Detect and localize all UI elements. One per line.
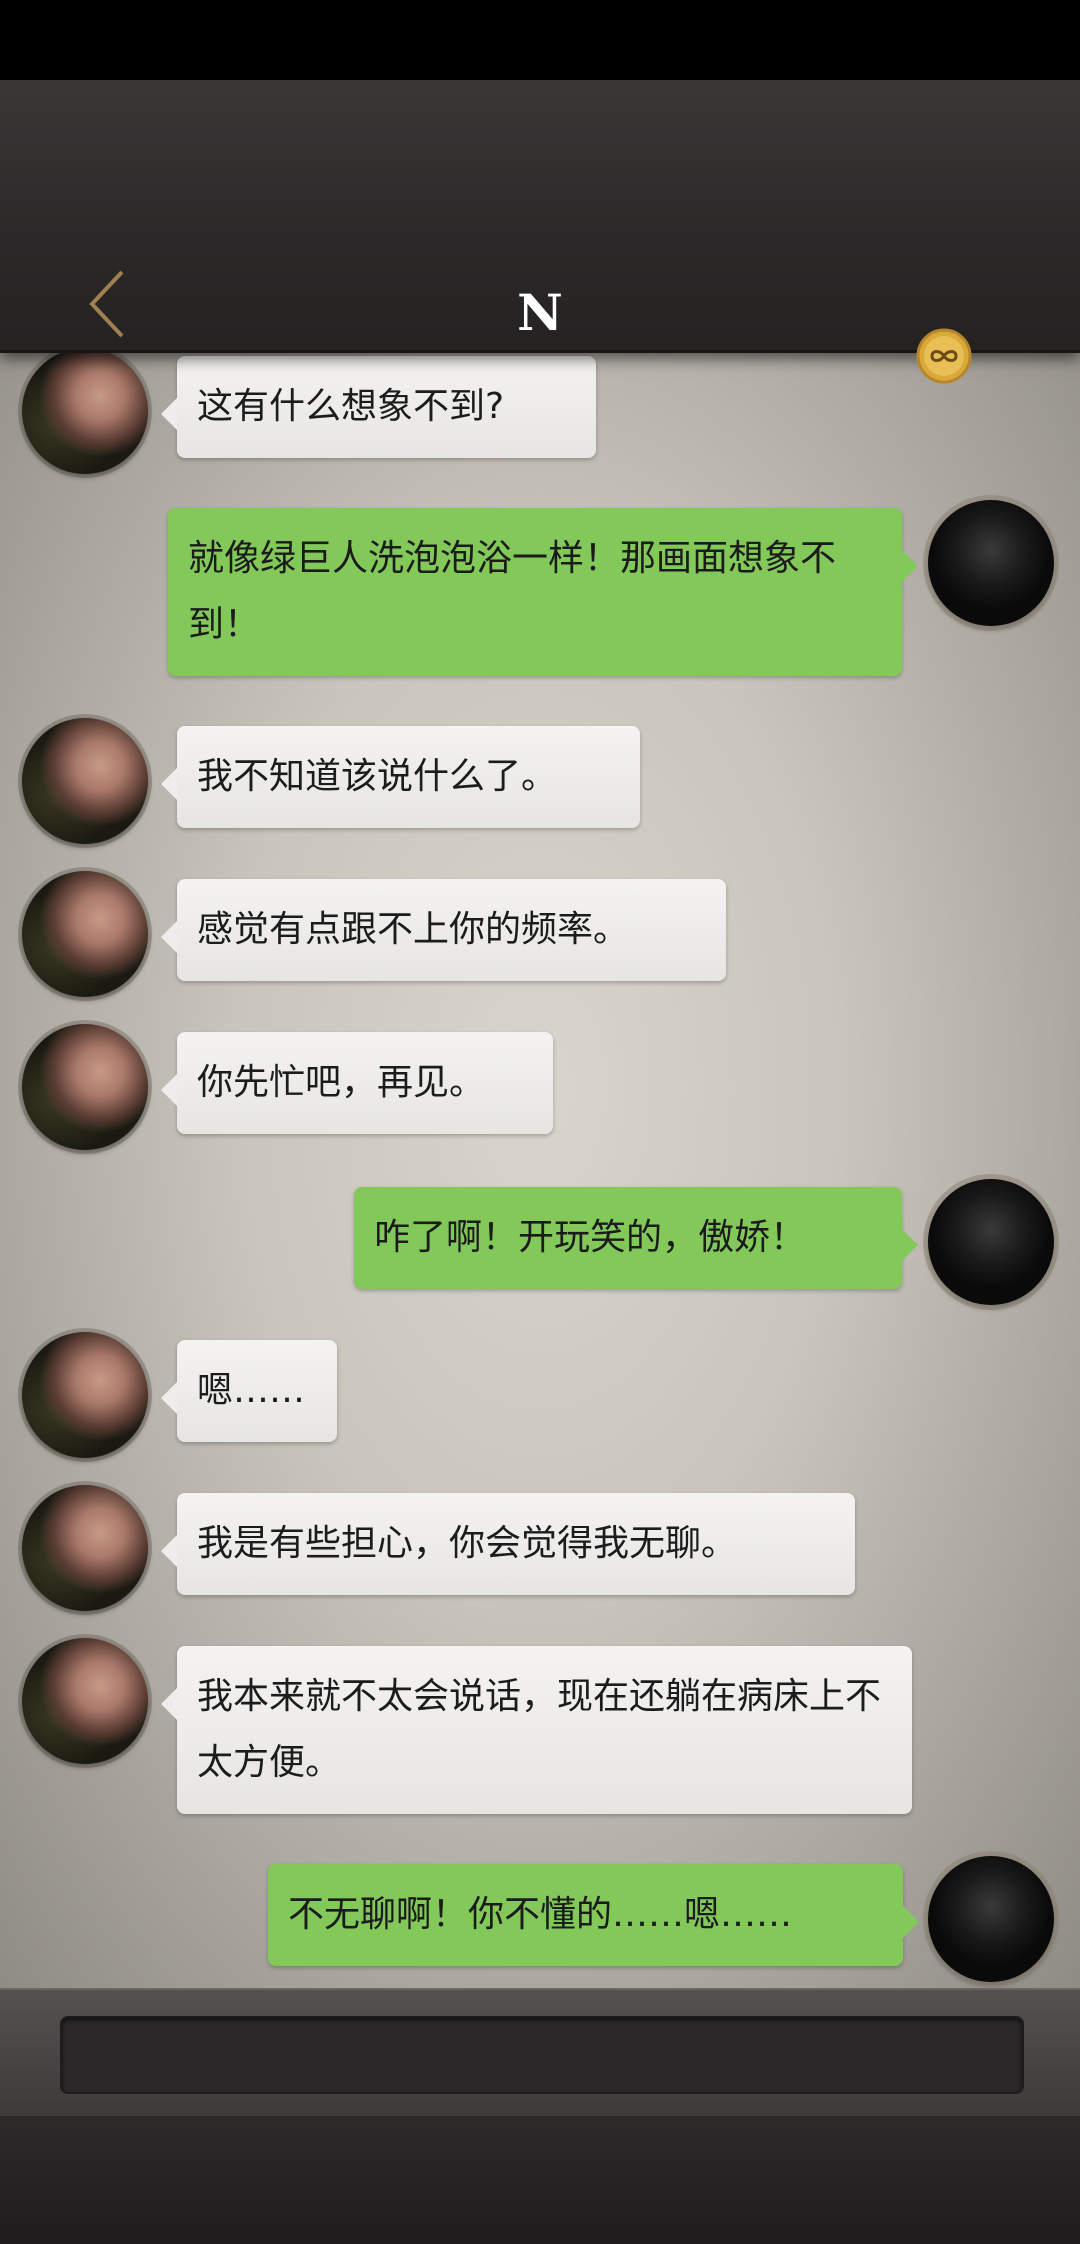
contact-avatar[interactable] (22, 1332, 148, 1458)
received-message-bubble[interactable]: 我不知道该说什么了。 (161, 726, 640, 828)
message-input[interactable] (60, 2016, 1024, 2094)
received-message-bubble[interactable]: 嗯…… (161, 1340, 337, 1442)
received-message-bubble[interactable]: 你先忙吧，再见。 (161, 1032, 553, 1134)
received-message-bubble[interactable]: 这有什么想象不到? (161, 356, 596, 458)
contact-avatar[interactable] (22, 718, 148, 844)
infinity-badge-icon (916, 328, 972, 384)
self-avatar[interactable] (928, 1856, 1054, 1982)
sent-message-bubble[interactable]: 咋了啊！开玩笑的，傲娇！ (354, 1187, 918, 1289)
sent-message-bubble[interactable]: 不无聊啊！你不懂的……嗯…… (268, 1864, 919, 1966)
received-message-bubble[interactable]: 感觉有点跟不上你的频率。 (161, 879, 726, 981)
self-avatar[interactable] (928, 1179, 1054, 1305)
app-header: N (0, 80, 1080, 384)
contact-avatar[interactable] (22, 871, 148, 997)
received-message-bubble[interactable]: 我本来就不太会说话，现在还躺在病床上不太方便。 (161, 1646, 912, 1814)
sent-message-bubble[interactable]: 就像绿巨人洗泡泡浴一样！那画面想象不到！ (168, 508, 918, 676)
infinity-badge-button[interactable] (914, 326, 974, 386)
contact-avatar[interactable] (22, 1024, 148, 1150)
contact-avatar[interactable] (22, 350, 148, 474)
input-bar (0, 1988, 1080, 2118)
bottom-bar (0, 2116, 1080, 2244)
contact-avatar[interactable] (22, 1638, 148, 1764)
chat-area[interactable]: 这有什么想象不到? 就像绿巨人洗泡泡浴一样！那画面想象不到！ 我不知道该说什么了。感… (0, 350, 1080, 1988)
contact-avatar[interactable] (22, 1485, 148, 1611)
received-message-bubble[interactable]: 我是有些担心，你会觉得我无聊。 (161, 1493, 855, 1595)
status-bar (0, 0, 1080, 80)
self-avatar[interactable] (928, 500, 1054, 626)
